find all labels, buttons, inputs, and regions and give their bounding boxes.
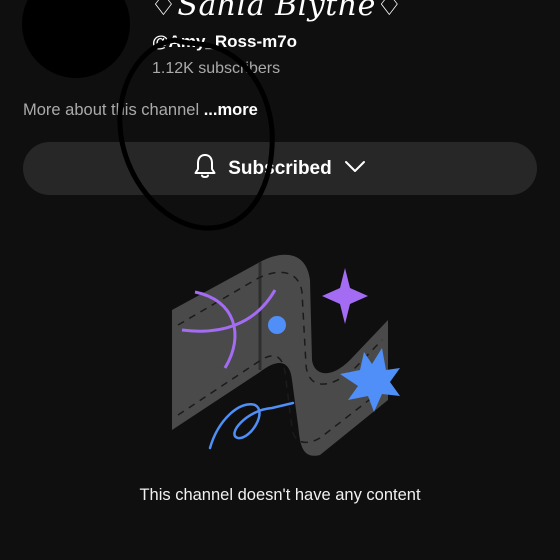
subscriber-count: 1.12K subscribers	[152, 60, 281, 77]
channel-name: ♢Sahla Blythe♢	[150, 0, 404, 23]
about-channel-link[interactable]: More about this channel ...more	[23, 101, 258, 120]
bell-icon	[192, 152, 218, 185]
empty-channel-illustration	[172, 254, 400, 456]
about-text: More about this channel	[23, 101, 204, 119]
chevron-down-icon[interactable]	[342, 156, 368, 181]
subscribed-button[interactable]: Subscribed	[23, 142, 537, 195]
empty-state-message: This channel doesn't have any content	[139, 486, 421, 504]
channel-handle: @Amy_Ross-m7o	[152, 32, 298, 51]
subscribed-label: Subscribed	[228, 157, 332, 179]
channel-avatar[interactable]	[22, 0, 130, 78]
more-link[interactable]: ...more	[204, 101, 258, 119]
